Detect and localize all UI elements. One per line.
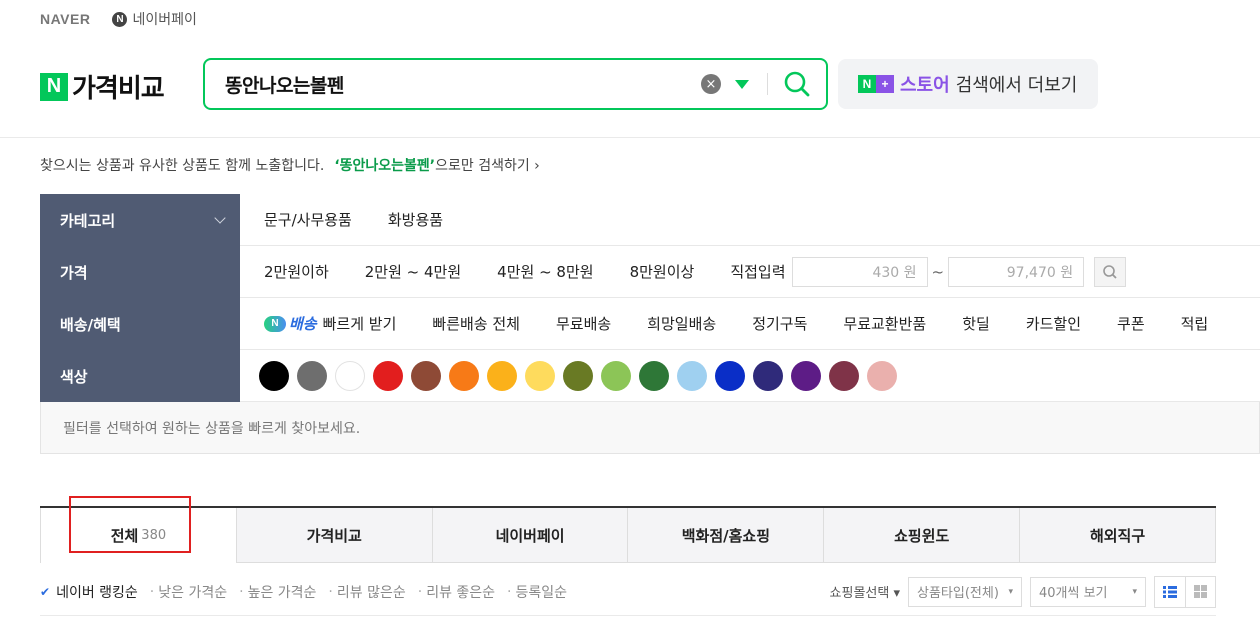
store-search-button[interactable]: N + 스토어 검색에서 더보기 [838,59,1098,109]
color-swatch[interactable] [411,360,441,391]
search-icon[interactable] [782,69,812,99]
delivery-option[interactable]: 희망일배송 [647,313,716,334]
search-only-link[interactable]: 으로만 검색하기 › [435,155,540,175]
max-price-input[interactable]: 97,470 원 [948,256,1085,287]
price-label: 가격 [40,246,240,298]
notice-text: 찾으시는 상품과 유사한 상품도 함께 노출합니다. [40,158,325,174]
filter-row-delivery: 배송/혜택 N 배송 빠르게 받기 빠른배송 전체 무료배송 희망일배송 정기구… [40,298,1260,350]
delivery-option[interactable]: 무료배송 [556,313,611,334]
filter-row-color: 색상 [40,350,1260,402]
search-icon [1103,264,1117,279]
direct-input-label: 직접입력 [730,263,786,281]
delivery-option[interactable]: 쿠폰 [1117,313,1145,334]
brand-logo[interactable]: N 가격비교 [40,68,165,105]
delivery-option[interactable]: 빠르게 받기 [323,313,397,334]
color-swatch[interactable] [449,360,479,391]
color-swatch[interactable] [335,360,365,391]
search-input[interactable]: 똥안나오는볼펜 [225,71,701,98]
caret-down-icon: ▾ [1132,586,1137,597]
delivery-option[interactable]: 핫딜 [962,313,990,334]
category-label[interactable]: 카테고리 [40,194,240,246]
nplus-store-icon: N + [858,75,894,93]
store-word: 스토어 [900,75,950,96]
price-option[interactable]: 2만원 ~ 4만원 [365,261,461,282]
sort-bar: ✔ 네이버 랭킹순 · 낮은 가격순 · 높은 가격순 · 리뷰 많은순 · 리뷰 좋은… [40,568,1216,616]
color-swatch[interactable] [601,360,631,391]
chevron-down-icon [214,212,226,224]
sort-newest[interactable]: · 등록일순 [507,582,567,602]
similar-products-notice: 찾으시는 상품과 유사한 상품도 함께 노출합니다. ‘똥안나오는볼펜’ 으로만… [40,155,540,175]
delivery-option[interactable]: 카드할인 [1026,313,1081,334]
sort-high-price[interactable]: · 높은 가격순 [239,582,316,602]
highlight-box [69,496,191,553]
color-swatch[interactable] [639,360,669,391]
list-view-icon[interactable] [1155,577,1185,607]
naver-pay-link[interactable]: N 네이버페이 [112,9,197,29]
check-icon: ✔ [40,584,51,599]
naver-n-icon: N [40,72,68,101]
delivery-option[interactable]: 무료교환반품 [843,313,926,334]
color-swatch[interactable] [373,360,403,391]
tab-overseas[interactable]: 해외직구 [1020,508,1216,563]
filter-hint: 필터를 선택하여 원하는 상품을 빠르게 찾아보세요. [40,402,1260,454]
naver-pay-label: 네이버페이 [132,12,197,28]
color-swatch[interactable] [867,360,897,391]
color-swatch[interactable] [487,360,517,391]
price-option[interactable]: 2만원이하 [264,261,329,282]
mall-select[interactable]: 쇼핑몰선택 ▾ [830,582,900,601]
search-bar: 똥안나오는볼펜 × [203,58,828,110]
top-links: NAVER N 네이버페이 [40,8,197,30]
result-tabs: 전체 380 가격비교 네이버페이 백화점/홈쇼핑 쇼핑윈도 해외직구 [40,506,1216,563]
product-type-select[interactable]: 상품타입(전체) ▾ [908,576,1022,607]
view-toggle [1154,575,1216,608]
color-swatch[interactable] [753,360,783,391]
color-swatch[interactable] [677,360,707,391]
sort-best-reviews[interactable]: · 리뷰 좋은순 [418,582,495,602]
n-delivery-badge: N 배송 [264,313,317,334]
range-tilde: ~ [931,262,945,281]
sort-most-reviews[interactable]: · 리뷰 많은순 [328,582,405,602]
tab-naver-pay[interactable]: 네이버페이 [432,508,629,563]
filter-panel: 카테고리 문구/사무용품 화방용품 가격 2만원이하 2만원 ~ 4만원 4만원… [40,194,1260,454]
divider [767,73,768,95]
color-swatch[interactable] [297,360,327,391]
color-swatch[interactable] [525,360,555,391]
delivery-option[interactable]: 정기구독 [752,313,807,334]
color-swatch[interactable] [563,360,593,391]
header: N 가격비교 똥안나오는볼펜 × N + 스토어 검색에서 더보기 [0,40,1260,138]
delivery-label: 배송/혜택 [40,298,240,350]
dropdown-arrow-icon[interactable] [735,79,749,89]
price-option[interactable]: 8만원이상 [630,261,695,282]
notice-keyword[interactable]: ‘똥안나오는볼펜’ [334,155,435,175]
tab-shopping-window[interactable]: 쇼핑윈도 [824,508,1021,563]
per-page-select[interactable]: 40개씩 보기 ▾ [1030,576,1146,607]
n-delivery-icon: N [264,315,286,332]
caret-down-icon: ▾ [1008,586,1013,597]
category-item[interactable]: 문구/사무용품 [264,209,352,230]
store-suffix: 검색에서 더보기 [955,75,1078,96]
color-swatch[interactable] [259,360,289,391]
price-search-button[interactable] [1094,256,1127,287]
color-swatch[interactable] [791,360,821,391]
filter-row-category: 카테고리 문구/사무용품 화방용품 [40,194,1260,246]
price-option[interactable]: 4만원 ~ 8만원 [497,261,593,282]
sort-low-price[interactable]: · 낮은 가격순 [150,582,227,602]
naver-home-link[interactable]: NAVER [40,11,90,27]
min-price-input[interactable]: 430 원 [791,256,928,287]
delivery-option[interactable]: 빠른배송 전체 [432,313,520,334]
clear-icon[interactable]: × [701,74,721,94]
filter-row-price: 가격 2만원이하 2만원 ~ 4만원 4만원 ~ 8만원 8만원이상 직접입력 … [40,246,1260,298]
brand-title: 가격비교 [72,74,165,104]
color-swatch[interactable] [829,360,859,391]
tab-price-compare[interactable]: 가격비교 [236,508,433,563]
tab-department-store[interactable]: 백화점/홈쇼핑 [628,508,825,563]
sort-ranking[interactable]: ✔ 네이버 랭킹순 [40,582,138,602]
grid-view-icon[interactable] [1185,576,1215,607]
delivery-option[interactable]: 적립 [1181,313,1209,334]
color-label: 색상 [40,350,240,402]
category-item[interactable]: 화방용품 [388,209,443,230]
color-swatch[interactable] [715,360,745,391]
naver-pay-icon: N [112,11,128,27]
